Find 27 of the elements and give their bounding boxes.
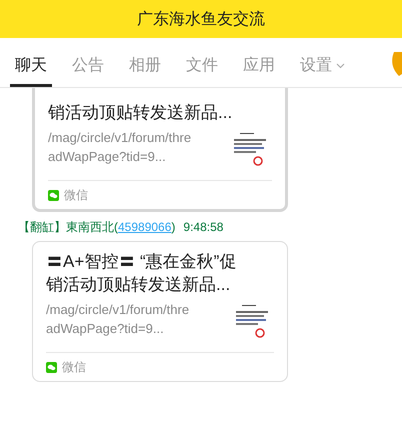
- card-url-line: adWapPage?tid=9...: [46, 320, 164, 338]
- phone-icon[interactable]: [390, 52, 402, 76]
- link-card[interactable]: 〓A+智控〓 “惠在金秋”促 销活动顶贴转发送新品... /mag/circle/v1/forum/thre adWapPage?tid=9... 微信: [32, 241, 288, 382]
- close-paren: ): [171, 219, 176, 235]
- card-url-line: /mag/circle/v1/forum/thre: [48, 129, 192, 147]
- tab[interactable]: 设置: [295, 47, 350, 87]
- card-source: 微信: [62, 359, 86, 376]
- chat-app-icon: [48, 190, 59, 200]
- tab[interactable]: 公告: [67, 47, 109, 87]
- card-url-line: adWapPage?tid=9...: [48, 148, 166, 166]
- chat-app-icon: [46, 362, 57, 372]
- sender-name: 東南西北: [66, 219, 114, 235]
- sender-tag: 【翻缸】: [18, 219, 66, 235]
- card-title-line: 销活动顶贴转发送新品...: [48, 102, 232, 124]
- window-title: 广东海水鱼友交流: [0, 0, 402, 38]
- link-card[interactable]: 销活动顶贴转发送新品... /mag/circle/v1/forum/thre adWapPage?tid=9... 微信: [32, 88, 288, 212]
- tab[interactable]: 相册: [124, 47, 166, 87]
- chevron-down-icon: [336, 62, 345, 68]
- open-paren: (: [114, 219, 118, 235]
- qq-link[interactable]: 45989066: [118, 219, 172, 235]
- tab[interactable]: 文件: [181, 47, 223, 87]
- message-time: 9:48:58: [183, 219, 224, 235]
- card-title-line: 〓A+智控〓 “惠在金秋”促: [46, 251, 236, 273]
- card-url-line: /mag/circle/v1/forum/thre: [46, 301, 190, 319]
- tab[interactable]: 应用: [238, 47, 280, 87]
- card-title-line: 销活动顶贴转发送新品...: [46, 274, 230, 296]
- card-source: 微信: [64, 187, 88, 204]
